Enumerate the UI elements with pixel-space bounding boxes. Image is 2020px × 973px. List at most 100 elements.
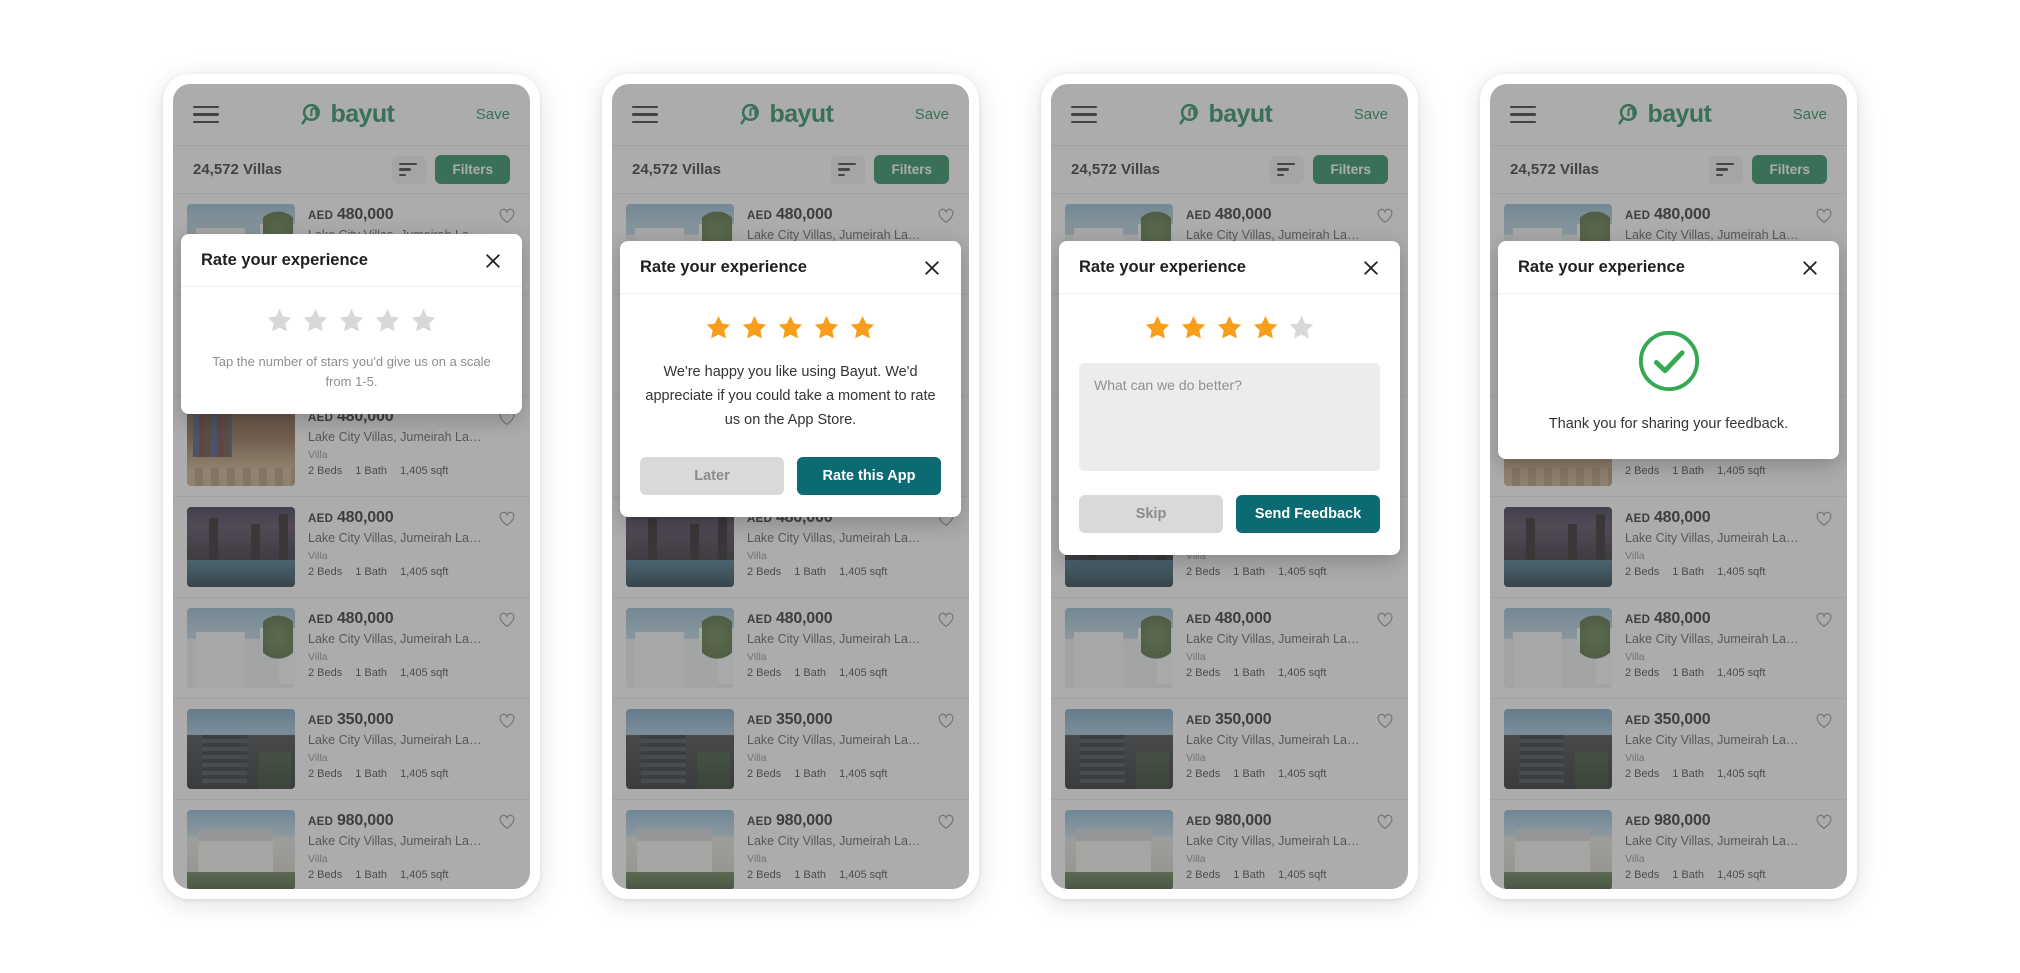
listing-row[interactable]: AED 350,000 Lake City Villas, Jumeirah La… xyxy=(1490,699,1847,800)
favorite-heart-icon[interactable] xyxy=(498,510,516,528)
favorite-heart-icon[interactable] xyxy=(1815,510,1833,528)
listing-row[interactable]: AED 480,000 Lake City Villas, Jumeirah La… xyxy=(1490,497,1847,598)
star-empty-icon[interactable] xyxy=(410,307,437,334)
hamburger-menu-icon[interactable] xyxy=(632,105,658,124)
listing-thumbnail[interactable] xyxy=(187,810,295,889)
listing-thumbnail[interactable] xyxy=(1065,810,1173,889)
listing-row[interactable]: AED 480,000 Lake City Villas, Jumeirah La… xyxy=(173,497,530,598)
favorite-heart-icon[interactable] xyxy=(498,207,516,225)
star-filled-icon[interactable] xyxy=(813,314,840,341)
listing-thumbnail[interactable] xyxy=(626,507,734,587)
listing-price: AED 350,000 xyxy=(308,711,394,728)
favorite-heart-icon[interactable] xyxy=(1815,813,1833,831)
star-empty-icon[interactable] xyxy=(1288,314,1315,341)
listing-thumbnail[interactable] xyxy=(1504,608,1612,688)
listing-thumbnail[interactable] xyxy=(187,507,295,587)
star-filled-icon[interactable] xyxy=(777,314,804,341)
star-rating-0[interactable] xyxy=(201,307,502,334)
star-filled-icon[interactable] xyxy=(741,314,768,341)
star-empty-icon[interactable] xyxy=(302,307,329,334)
listing-details: AED 350,000 Lake City Villas, Jumeirah La… xyxy=(747,709,924,789)
favorite-heart-icon[interactable] xyxy=(1376,207,1394,225)
star-filled-icon[interactable] xyxy=(1180,314,1207,341)
listing-thumbnail[interactable] xyxy=(187,608,295,688)
hamburger-menu-icon[interactable] xyxy=(193,105,219,124)
later-button[interactable]: Later xyxy=(640,456,784,495)
star-filled-icon[interactable] xyxy=(1144,314,1171,341)
star-empty-icon[interactable] xyxy=(338,307,365,334)
listing-price: AED 480,000 xyxy=(747,206,833,223)
sort-icon[interactable] xyxy=(1270,155,1305,184)
feedback-input[interactable]: What can we do better? xyxy=(1079,363,1380,471)
listing-thumbnail[interactable] xyxy=(187,709,295,789)
sort-icon[interactable] xyxy=(392,155,427,184)
rate-this-app-button[interactable]: Rate this App xyxy=(797,456,941,495)
listing-details: AED 350,000 Lake City Villas, Jumeirah La… xyxy=(1625,709,1802,789)
listing-address: Lake City Villas, Jumeirah Lake T... xyxy=(308,430,485,444)
star-rating-5[interactable] xyxy=(640,314,941,341)
circle-check-icon xyxy=(1638,330,1699,392)
hamburger-menu-icon[interactable] xyxy=(1071,105,1097,124)
listing-row[interactable]: AED 980,000 Lake City Villas, Jumeirah La… xyxy=(612,800,969,889)
filters-button[interactable]: Filters xyxy=(1752,155,1827,184)
close-icon[interactable] xyxy=(1801,259,1819,277)
close-icon[interactable] xyxy=(1362,259,1380,277)
favorite-heart-icon[interactable] xyxy=(498,611,516,629)
star-empty-icon[interactable] xyxy=(374,307,401,334)
favorite-heart-icon[interactable] xyxy=(937,207,955,225)
star-empty-icon[interactable] xyxy=(266,307,293,334)
filters-button[interactable]: Filters xyxy=(874,155,949,184)
save-button[interactable]: Save xyxy=(915,106,949,123)
favorite-heart-icon[interactable] xyxy=(1376,813,1394,831)
sort-icon[interactable] xyxy=(831,155,866,184)
filters-button[interactable]: Filters xyxy=(1313,155,1388,184)
listing-baths: 1 Bath xyxy=(355,667,388,679)
listing-thumbnail[interactable] xyxy=(1065,709,1173,789)
close-icon[interactable] xyxy=(484,252,502,270)
listing-thumbnail[interactable] xyxy=(626,810,734,889)
listing-thumbnail[interactable] xyxy=(626,709,734,789)
listing-row[interactable]: AED 350,000 Lake City Villas, Jumeirah La… xyxy=(173,699,530,800)
listing-thumbnail[interactable] xyxy=(187,406,295,486)
favorite-heart-icon[interactable] xyxy=(498,712,516,730)
sort-icon[interactable] xyxy=(1709,155,1744,184)
filters-button[interactable]: Filters xyxy=(435,155,510,184)
favorite-heart-icon[interactable] xyxy=(937,813,955,831)
favorite-heart-icon[interactable] xyxy=(937,712,955,730)
listing-thumbnail[interactable] xyxy=(1504,810,1612,889)
listing-row[interactable]: AED 350,000 Lake City Villas, Jumeirah La… xyxy=(1051,699,1408,800)
listing-thumbnail[interactable] xyxy=(626,608,734,688)
favorite-heart-icon[interactable] xyxy=(1815,611,1833,629)
favorite-heart-icon[interactable] xyxy=(498,813,516,831)
favorite-heart-icon[interactable] xyxy=(1376,712,1394,730)
hamburger-menu-icon[interactable] xyxy=(1510,105,1536,124)
skip-button[interactable]: Skip xyxy=(1079,495,1223,533)
listing-thumbnail[interactable] xyxy=(1504,507,1612,587)
listing-row[interactable]: AED 480,000 Lake City Villas, Jumeirah La… xyxy=(612,598,969,699)
save-button[interactable]: Save xyxy=(1354,106,1388,123)
star-filled-icon[interactable] xyxy=(705,314,732,341)
favorite-heart-icon[interactable] xyxy=(1376,611,1394,629)
favorite-heart-icon[interactable] xyxy=(937,611,955,629)
listing-row[interactable]: AED 480,000 Lake City Villas, Jumeirah La… xyxy=(1051,598,1408,699)
listing-row[interactable]: AED 980,000 Lake City Villas, Jumeirah La… xyxy=(173,800,530,889)
listing-thumbnail[interactable] xyxy=(1065,608,1173,688)
listing-row[interactable]: AED 980,000 Lake City Villas, Jumeirah La… xyxy=(1051,800,1408,889)
save-button[interactable]: Save xyxy=(1793,106,1827,123)
star-filled-icon[interactable] xyxy=(1216,314,1243,341)
listing-row[interactable]: AED 350,000 Lake City Villas, Jumeirah La… xyxy=(612,699,969,800)
listing-row[interactable]: AED 480,000 Lake City Villas, Jumeirah La… xyxy=(173,598,530,699)
star-rating-4[interactable] xyxy=(1079,314,1380,341)
save-button[interactable]: Save xyxy=(476,106,510,123)
listing-row[interactable]: AED 980,000 Lake City Villas, Jumeirah La… xyxy=(1490,800,1847,889)
star-filled-icon[interactable] xyxy=(849,314,876,341)
listing-price: AED 480,000 xyxy=(1625,610,1711,627)
listing-price: AED 980,000 xyxy=(1186,812,1272,829)
favorite-heart-icon[interactable] xyxy=(1815,207,1833,225)
favorite-heart-icon[interactable] xyxy=(1815,712,1833,730)
listing-row[interactable]: AED 480,000 Lake City Villas, Jumeirah La… xyxy=(1490,598,1847,699)
close-icon[interactable] xyxy=(923,259,941,277)
send-feedback-button[interactable]: Send Feedback xyxy=(1236,495,1380,533)
listing-thumbnail[interactable] xyxy=(1504,709,1612,789)
star-filled-icon[interactable] xyxy=(1252,314,1279,341)
